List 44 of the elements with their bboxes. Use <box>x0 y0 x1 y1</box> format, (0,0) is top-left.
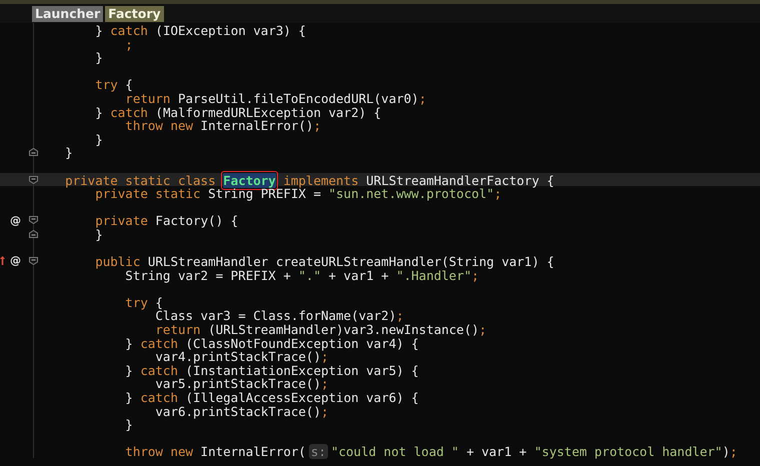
fold-icon[interactable] <box>29 148 38 156</box>
gutter-mark[interactable]: @ <box>10 254 21 268</box>
code-text: + var1 + <box>465 444 528 460</box>
code-line: ; <box>124 36 133 50</box>
breadcrumb[interactable]: Launcher <box>32 6 104 22</box>
string-literal: "could not load " <box>330 444 459 460</box>
fold-icon[interactable] <box>29 257 38 266</box>
code-line: private static String PREFIX = "sun.net.www.protocol"; <box>95 186 502 200</box>
selected-identifier: Factory <box>223 172 276 188</box>
code-line: var6.printStackTrace(); <box>154 404 329 418</box>
code-line: Class var3 = Class.forName(var2); <box>154 308 404 322</box>
fold-icon[interactable] <box>29 230 38 238</box>
code-line: } catch (ClassNotFoundException var4) { <box>124 336 419 350</box>
code-line: } <box>94 132 103 146</box>
code-line: try { <box>94 77 133 91</box>
code-line: private Factory() { <box>94 213 238 227</box>
gutter-mark[interactable]: @ <box>10 214 21 227</box>
code-line: try { <box>124 294 163 308</box>
up-arrow-icon[interactable] <box>0 256 5 266</box>
code-keyword: ; <box>730 444 738 460</box>
code-line: String var2 = PREFIX + "." + var1 + ".Handler"; <box>125 268 480 282</box>
code-line: throw new InternalError(); <box>124 118 321 132</box>
code-line: } catch (MalformedURLException var2) { <box>94 104 382 118</box>
parameter-hint: s: <box>308 444 328 460</box>
fold-icon[interactable] <box>29 176 38 184</box>
breadcrumb[interactable]: Factory <box>105 6 164 22</box>
code-line: } <box>94 226 103 240</box>
code-text: URLStreamHandlerFactory { <box>365 172 554 188</box>
code-keyword: private static class <box>65 172 217 188</box>
code-line: } <box>64 145 73 159</box>
code-text: InternalError( <box>200 444 306 460</box>
code-line: return ParseUtil.fileToEncodedURL(var0); <box>124 90 426 105</box>
code-keyword: implements <box>282 172 359 188</box>
code-keyword: throw new <box>125 444 194 460</box>
code-line: } <box>94 50 103 64</box>
code-line: } catch (IOException var3) { <box>94 23 306 37</box>
code-line: } catch (IllegalAccessException var6) { <box>124 390 419 404</box>
code-line: } <box>124 417 133 431</box>
string-literal: "system protocol handler" <box>534 444 722 460</box>
fold-icon[interactable] <box>29 216 38 224</box>
code-line: public URLStreamHandler createURLStreamHandler(String var1) { <box>94 254 554 268</box>
code-text: ) <box>722 444 730 460</box>
code-line: return (URLStreamHandler)var3.newInstance(); <box>154 322 487 336</box>
code-line: } catch (InstantiationException var5) { <box>124 362 419 376</box>
